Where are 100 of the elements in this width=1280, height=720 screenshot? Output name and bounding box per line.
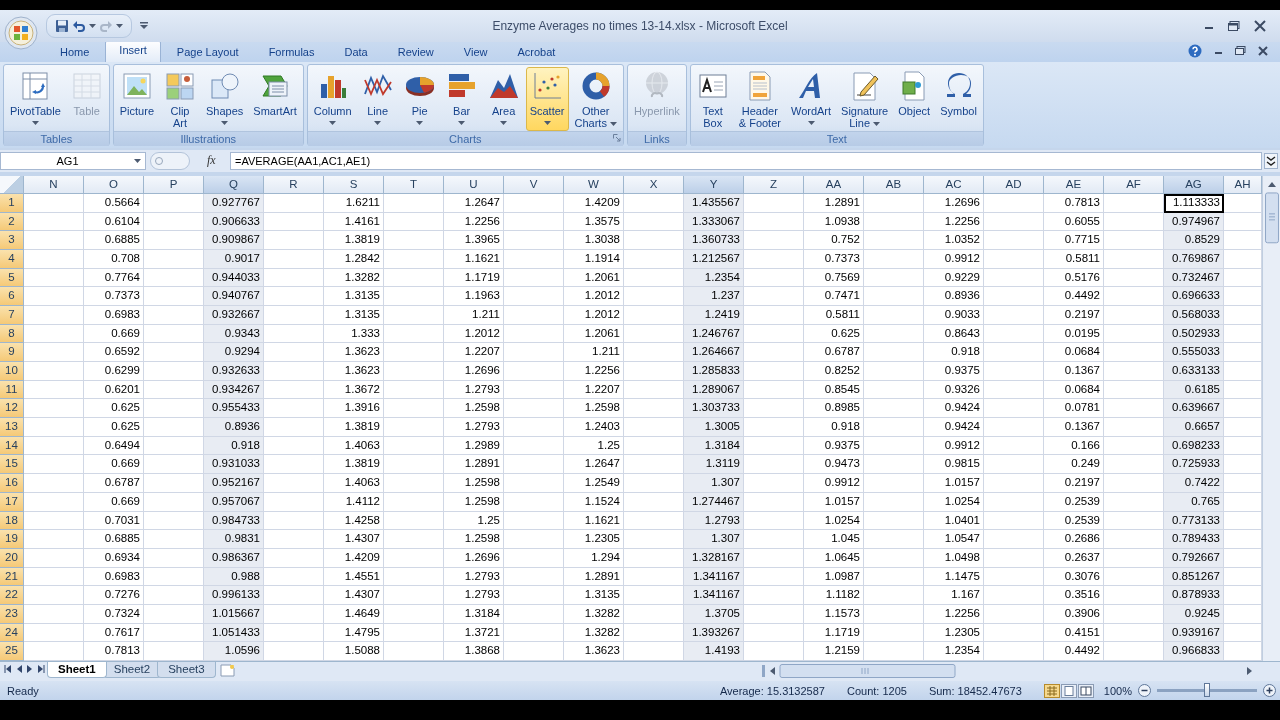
ribbon-button[interactable]: Scatter [525, 66, 569, 131]
empty-cell[interactable] [384, 193, 444, 213]
table-cell[interactable]: 0.6885 [84, 231, 144, 250]
table-cell[interactable]: 1.2891 [804, 193, 864, 213]
help-icon[interactable] [1188, 43, 1202, 58]
table-cell[interactable]: 1.2989 [444, 436, 504, 456]
table-cell[interactable]: 1.1963 [444, 287, 504, 306]
empty-cell[interactable] [384, 511, 444, 531]
ribbon-button[interactable]: Signature Line [837, 66, 893, 131]
table-cell[interactable]: 1.3623 [324, 343, 384, 362]
table-cell[interactable]: 0.0684 [1044, 343, 1104, 362]
empty-cell[interactable] [504, 324, 564, 344]
empty-cell[interactable] [384, 231, 444, 250]
table-cell[interactable]: 1.3721 [444, 623, 504, 643]
table-cell[interactable]: 0.555033 [1164, 343, 1224, 362]
table-cell[interactable]: 0.2197 [1044, 474, 1104, 493]
table-cell[interactable]: 1.285833 [684, 362, 744, 381]
table-cell[interactable]: 0.7764 [84, 268, 144, 288]
empty-cell[interactable] [984, 492, 1044, 512]
table-cell[interactable]: 0.696633 [1164, 287, 1224, 306]
row-header[interactable]: 15 [0, 455, 24, 475]
empty-cell[interactable] [384, 492, 444, 512]
table-cell[interactable]: 1.4551 [324, 567, 384, 587]
ribbon-button[interactable]: SmartArt [249, 66, 301, 131]
sheet-col-heading[interactable]: N [24, 175, 84, 194]
empty-cell[interactable] [504, 343, 564, 362]
ribbon-tab[interactable]: Acrobat [503, 41, 570, 62]
table-cell[interactable]: 1.3819 [324, 231, 384, 250]
page-break-view-icon[interactable] [1077, 683, 1094, 698]
sheet-col-heading[interactable]: S [324, 175, 384, 194]
last-sheet-icon[interactable] [37, 665, 45, 674]
table-cell[interactable]: 0.669 [84, 324, 144, 344]
table-cell[interactable]: 1.3575 [564, 212, 624, 232]
empty-cell[interactable] [384, 548, 444, 568]
empty-cell[interactable] [504, 399, 564, 419]
table-cell[interactable]: 0.1367 [1044, 362, 1104, 381]
empty-cell[interactable] [504, 455, 564, 475]
table-cell[interactable]: 0.9912 [924, 436, 984, 456]
dropdown-caret-icon[interactable] [873, 122, 881, 126]
ribbon-tab[interactable]: Home [46, 41, 104, 62]
empty-cell[interactable] [984, 418, 1044, 437]
sheet-col-heading[interactable]: AF [1104, 175, 1164, 194]
dropdown-caret-icon[interactable] [134, 158, 141, 163]
empty-cell[interactable] [864, 455, 924, 475]
empty-cell[interactable] [384, 530, 444, 549]
empty-cell[interactable] [504, 212, 564, 232]
table-cell[interactable]: 1.3135 [324, 287, 384, 306]
table-cell[interactable]: 0.7422 [1164, 474, 1224, 493]
table-cell[interactable]: 0.3516 [1044, 586, 1104, 605]
table-cell[interactable]: 0.966833 [1164, 642, 1224, 661]
table-cell[interactable]: 0.5664 [84, 193, 144, 213]
sheet-col-heading[interactable]: U [444, 175, 504, 194]
table-cell[interactable]: 1.2256 [564, 362, 624, 381]
first-sheet-icon[interactable] [4, 665, 12, 674]
table-cell[interactable]: 0.4151 [1044, 623, 1104, 643]
row-header[interactable]: 12 [0, 399, 24, 419]
dropdown-caret-icon[interactable] [500, 120, 508, 125]
table-cell[interactable]: 0.625 [804, 324, 864, 344]
table-cell[interactable]: 0.4492 [1044, 287, 1104, 306]
empty-cell[interactable] [504, 492, 564, 512]
table-cell[interactable]: 0.0195 [1044, 324, 1104, 344]
table-cell[interactable]: 1.2793 [444, 567, 504, 587]
table-cell[interactable]: 1.2696 [444, 548, 504, 568]
empty-cell[interactable] [864, 324, 924, 344]
table-cell[interactable]: 0.909867 [204, 231, 264, 250]
dropdown-caret-icon[interactable] [221, 120, 229, 125]
empty-cell[interactable] [384, 586, 444, 605]
table-cell[interactable]: 1.2305 [924, 623, 984, 643]
empty-cell[interactable] [984, 530, 1044, 549]
table-cell[interactable]: 1.211 [564, 343, 624, 362]
empty-cell[interactable] [864, 548, 924, 568]
sheet-col-heading[interactable]: R [264, 175, 324, 194]
table-cell[interactable]: 0.3076 [1044, 567, 1104, 587]
empty-cell[interactable] [384, 212, 444, 232]
table-cell[interactable]: 1.2305 [564, 530, 624, 549]
empty-cell[interactable] [384, 380, 444, 400]
table-cell[interactable]: 1.1914 [564, 249, 624, 269]
empty-cell[interactable] [504, 548, 564, 568]
ribbon-button[interactable]: Bar [441, 66, 482, 131]
undo-dropdown-icon[interactable] [89, 23, 96, 28]
sheet-col-heading[interactable]: AD [984, 175, 1044, 194]
table-cell[interactable]: 0.996133 [204, 586, 264, 605]
page-layout-view-icon[interactable] [1060, 683, 1077, 698]
empty-cell[interactable] [864, 212, 924, 232]
empty-cell[interactable] [984, 548, 1044, 568]
table-cell[interactable]: 0.9229 [924, 268, 984, 288]
table-cell[interactable]: 0.7715 [1044, 231, 1104, 250]
table-cell[interactable]: 0.7569 [804, 268, 864, 288]
table-cell[interactable]: 0.8545 [804, 380, 864, 400]
empty-cell[interactable] [984, 231, 1044, 250]
table-cell[interactable]: 0.2686 [1044, 530, 1104, 549]
table-cell[interactable]: 1.4063 [324, 436, 384, 456]
empty-cell[interactable] [984, 212, 1044, 232]
ribbon-button[interactable]: Column [309, 66, 356, 131]
empty-cell[interactable] [864, 511, 924, 531]
empty-cell[interactable] [864, 305, 924, 325]
table-cell[interactable]: 0.7471 [804, 287, 864, 306]
row-header[interactable]: 13 [0, 418, 24, 437]
table-cell[interactable]: 1.2549 [564, 474, 624, 493]
empty-cell[interactable] [384, 399, 444, 419]
